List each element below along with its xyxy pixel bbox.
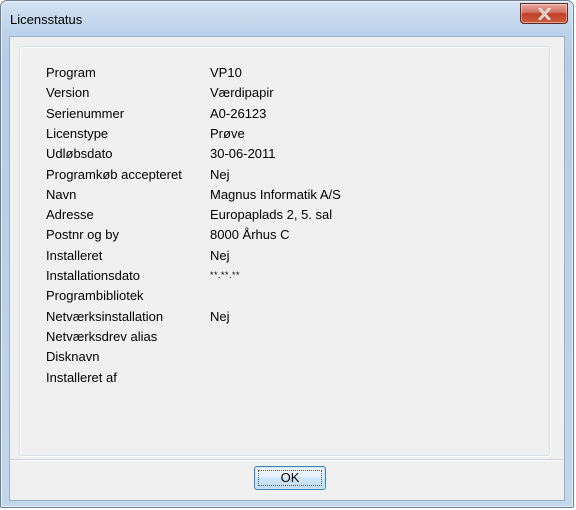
field-label: Programkøb accepteret (46, 166, 182, 182)
field-row: Adresse Europaplads 2, 5. sal (46, 207, 526, 227)
field-row: Installeret Nej (46, 248, 526, 268)
field-label: Postnr og by (46, 227, 119, 243)
field-label: Serienummer (46, 105, 125, 121)
field-label: Disknavn (46, 349, 100, 365)
ok-button[interactable]: OK (254, 466, 326, 490)
field-row: Serienummer A0-26123 (46, 106, 526, 126)
field-label: Installeret af (46, 369, 117, 385)
field-row: Udløbsdato 30-06-2011 (46, 146, 526, 166)
field-value: 30-06-2011 (210, 146, 276, 162)
field-value: **.**.** (210, 270, 241, 280)
window-title: Licensstatus (10, 12, 83, 27)
field-row: Postnr og by 8000 Århus C (46, 227, 526, 247)
field-label: Program (46, 65, 96, 80)
field-value: 8000 Århus C (210, 227, 290, 243)
field-label: Udløbsdato (46, 146, 113, 162)
field-value: Magnus Informatik A/S (210, 186, 341, 202)
field-row: Installeret af (46, 370, 526, 390)
field-row: Licenstype Prøve (46, 126, 526, 146)
field-value: A0-26123 (210, 105, 267, 121)
field-label: Programbibliotek (46, 288, 144, 304)
field-row: Programkøb accepteret Nej (46, 167, 526, 187)
close-icon (538, 8, 551, 20)
field-value: Europaplads 2, 5. sal (210, 207, 333, 223)
ok-button-label: OK (280, 470, 300, 485)
field-label: Netværksdrev alias (46, 328, 158, 344)
field-label: Installationsdato (46, 268, 140, 283)
field-row: Version Værdipapir (46, 85, 526, 105)
field-value: VP10 (210, 65, 242, 80)
field-value: Nej (210, 308, 230, 324)
field-label: Navn (46, 186, 77, 202)
button-divider (10, 459, 564, 460)
field-row: Installationsdato **.**.** (46, 268, 526, 288)
field-label: Licenstype (46, 125, 109, 141)
field-value: Prøve (210, 125, 245, 141)
field-row: Programbibliotek (46, 288, 526, 308)
license-status-dialog: Licensstatus Program VP10 Version Værdipapi… (0, 0, 574, 508)
close-button[interactable] (520, 3, 568, 24)
field-row: Navn Magnus Informatik A/S (46, 187, 526, 207)
field-value: Nej (210, 247, 230, 263)
field-value: Nej (210, 166, 230, 182)
field-row: Netværksdrev alias (46, 329, 526, 349)
license-info-group: Program VP10 Version Værdipapir Serienummer A… (19, 46, 550, 456)
field-label: Adresse (46, 207, 94, 223)
field-row: Disknavn (46, 349, 526, 369)
field-label: Version (46, 85, 90, 101)
field-row: Netværksinstallation Nej (46, 309, 526, 329)
field-value: Værdipapir (210, 85, 274, 101)
dialog-content: Program VP10 Version Værdipapir Serienummer A… (9, 36, 565, 501)
title-bar[interactable]: Licensstatus (1, 1, 573, 36)
field-label: Installeret (46, 247, 103, 263)
field-label: Netværksinstallation (46, 308, 164, 324)
field-row: Program VP10 (46, 65, 526, 85)
